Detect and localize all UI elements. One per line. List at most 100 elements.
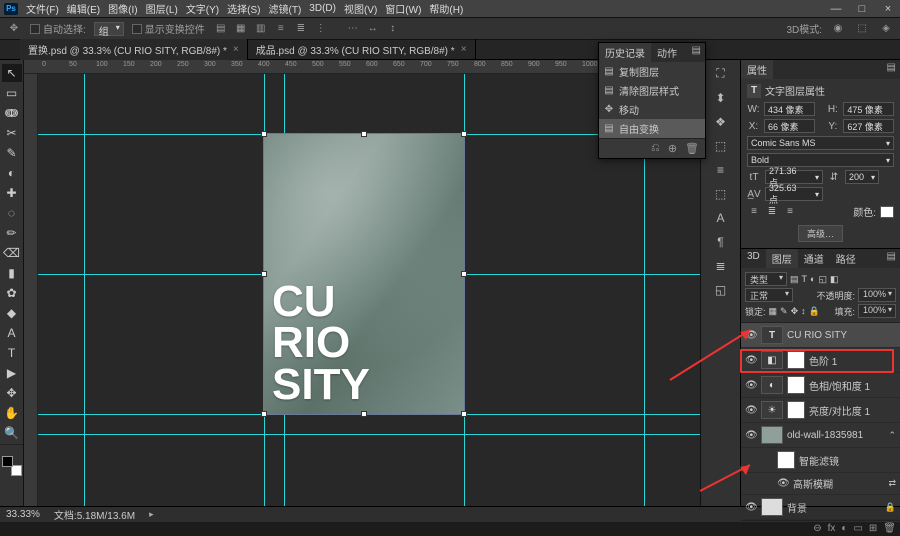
doc-tab-2[interactable]: 成品.psd @ 33.3% (CU RIO SITY, RGB/8#) * × (248, 39, 476, 60)
tool-healing[interactable]: ✚ (2, 184, 22, 202)
fg-bg-colors[interactable] (2, 456, 22, 476)
guide-h-4[interactable] (38, 434, 700, 435)
layer-visibility-icon[interactable]: 👁 (745, 330, 757, 341)
align-center-v-icon[interactable]: ≣ (293, 21, 309, 37)
filter-mask-thumb[interactable] (777, 451, 795, 469)
tool-eyedropper[interactable]: ◐ (2, 164, 22, 182)
align-top-icon[interactable]: ≡ (273, 21, 289, 37)
lock-paint-icon[interactable]: ✎ (780, 306, 788, 317)
image-layer[interactable]: CU RIO SITY (264, 134, 464, 414)
zoom-level[interactable]: 33.33% (6, 509, 40, 520)
mode3d-dolly-icon[interactable]: ◈ (878, 21, 894, 37)
layer-name[interactable]: old-wall-1835981 (787, 430, 884, 441)
layer-name[interactable]: 智能滤镜 (799, 453, 896, 468)
snapshot-icon[interactable]: ⎌ (651, 142, 660, 155)
leading-input[interactable]: 200 (845, 170, 879, 184)
side-char-icon[interactable]: A (716, 211, 724, 225)
window-maximize-icon[interactable]: □ (854, 3, 870, 15)
lock-all-icon[interactable]: 🔒 (809, 306, 820, 317)
layer-smart-filters[interactable]: 智能滤镜 (741, 448, 900, 473)
blend-mode-select[interactable]: 正常 (745, 288, 793, 302)
align-bottom-icon[interactable]: ⋮ (313, 21, 329, 37)
tab-channels[interactable]: 通道 (798, 249, 830, 268)
side-navigator-icon[interactable]: ◱ (715, 283, 726, 297)
align-right-icon[interactable]: ▥ (253, 21, 269, 37)
tool-quick-select[interactable]: ✂ (2, 124, 22, 142)
menu-type[interactable]: 文字(Y) (186, 1, 219, 16)
menu-3d[interactable]: 3D(D) (309, 3, 336, 14)
layer-visibility-icon[interactable]: 👁 (745, 355, 757, 366)
layer-mask-thumb[interactable] (787, 351, 805, 369)
layer-background[interactable]: 👁 背景 🔒 (741, 495, 900, 520)
layer-name[interactable]: CU RIO SITY (787, 330, 896, 341)
menu-layer[interactable]: 图层(L) (146, 1, 178, 16)
tool-dodge[interactable]: ◆ (2, 304, 22, 322)
filter-options-icon[interactable]: ⇄ (888, 478, 896, 489)
tool-shape[interactable]: ✥ (2, 384, 22, 402)
layer-visibility-icon[interactable]: 👁 (745, 502, 757, 513)
tab-properties[interactable]: 属性 (741, 60, 773, 79)
align-center-icon-p[interactable]: ≣ (765, 206, 779, 217)
mode3d-orbit-icon[interactable]: ◉ (830, 21, 846, 37)
side-color-icon[interactable]: ⛶ (716, 66, 724, 81)
doc-tab-2-close-icon[interactable]: × (461, 44, 467, 55)
filter-adjust-icon[interactable]: ◐ (810, 274, 815, 284)
menu-view[interactable]: 视图(V) (344, 1, 377, 16)
link-layers-icon[interactable]: ⊖ (813, 523, 821, 534)
lock-nest-icon[interactable]: ↕ (801, 306, 806, 316)
tool-crop[interactable]: ✎ (2, 144, 22, 162)
new-group-icon[interactable]: ▭ (853, 523, 862, 534)
side-actions-icon[interactable]: ⬚ (715, 187, 726, 201)
menu-file[interactable]: 文件(F) (26, 1, 59, 16)
tool-eraser[interactable]: ⌫ (2, 244, 22, 262)
filter-pixel-icon[interactable]: ▤ (790, 274, 799, 285)
tab-3d[interactable]: 3D (741, 249, 766, 268)
tool-hand[interactable]: ✋ (2, 404, 22, 422)
layer-mask-thumb[interactable] (787, 376, 805, 394)
history-item-clear-style[interactable]: ▤ 清除图层样式 (599, 81, 705, 100)
layer-smart-object[interactable]: 👁 old-wall-1835981 ⌃ (741, 423, 900, 448)
filter-kind-select[interactable]: 类型 (745, 272, 787, 286)
tool-blur[interactable]: ✿ (2, 284, 22, 302)
align-left-icon[interactable]: ▤ (213, 21, 229, 37)
window-close-icon[interactable]: × (880, 3, 896, 15)
side-paragraph-icon[interactable]: ¶ (717, 235, 723, 249)
tab-actions[interactable]: 动作 (651, 43, 683, 62)
tool-pen[interactable]: A (2, 324, 22, 342)
side-adjust-icon[interactable]: ❖ (715, 115, 726, 129)
history-item-copy-layer[interactable]: ▤ 复制图层 (599, 62, 705, 81)
tab-history[interactable]: 历史记录 (599, 43, 651, 62)
properties-menu-icon[interactable]: ▤ (883, 60, 900, 79)
layer-visibility-icon[interactable]: 👁 (745, 380, 757, 391)
side-swatch-icon[interactable]: ⬍ (715, 91, 725, 105)
status-menu-icon[interactable]: ▸ (149, 509, 154, 520)
tool-zoom[interactable]: 🔍 (2, 424, 22, 442)
guide-v-1[interactable] (84, 74, 85, 506)
layer-mask-thumb[interactable] (787, 401, 805, 419)
mode3d-pan-icon[interactable]: ⬚ (854, 21, 870, 37)
new-snapshot-icon[interactable]: ⊕ (668, 142, 677, 155)
height-input[interactable]: 475 像素 (843, 102, 894, 116)
delete-state-icon[interactable]: 🗑 (685, 142, 699, 155)
layer-adj-levels[interactable]: 👁 ◧ 色阶 1 (741, 348, 900, 373)
layer-visibility-icon[interactable]: 👁 (745, 405, 757, 416)
side-layercomp-icon[interactable]: ≣ (715, 259, 725, 273)
align-center-h-icon[interactable]: ▦ (233, 21, 249, 37)
lock-trans-icon[interactable]: ▦ (769, 306, 778, 317)
fx-chevron-icon[interactable]: ⌃ (888, 430, 896, 441)
history-panel[interactable]: 历史记录 动作 ▤ ▤ 复制图层 ▤ 清除图层样式 ✥ 移动 ▤ 自由变换 ⎌ … (598, 42, 706, 159)
layer-text-curiosity[interactable]: 👁 T CU RIO SITY (741, 323, 900, 348)
layer-gaussian-blur[interactable]: 👁 高斯模糊 ⇄ (741, 473, 900, 495)
tool-marquee[interactable]: ▭ (2, 84, 22, 102)
layer-adj-brightness[interactable]: 👁 ☀ 亮度/对比度 1 (741, 398, 900, 423)
delete-layer-icon[interactable]: 🗑 (883, 523, 896, 534)
layer-visibility-icon[interactable]: 👁 (745, 430, 757, 441)
tool-gradient[interactable]: ▮ (2, 264, 22, 282)
window-minimize-icon[interactable]: — (828, 3, 844, 15)
guide-v-4[interactable] (464, 74, 465, 506)
tool-type[interactable]: T (2, 344, 22, 362)
ruler-vertical[interactable] (24, 74, 38, 506)
menu-edit[interactable]: 编辑(E) (67, 1, 100, 16)
filter-type-icon[interactable]: T (802, 274, 808, 284)
tool-brush[interactable]: ◌ (2, 204, 22, 222)
